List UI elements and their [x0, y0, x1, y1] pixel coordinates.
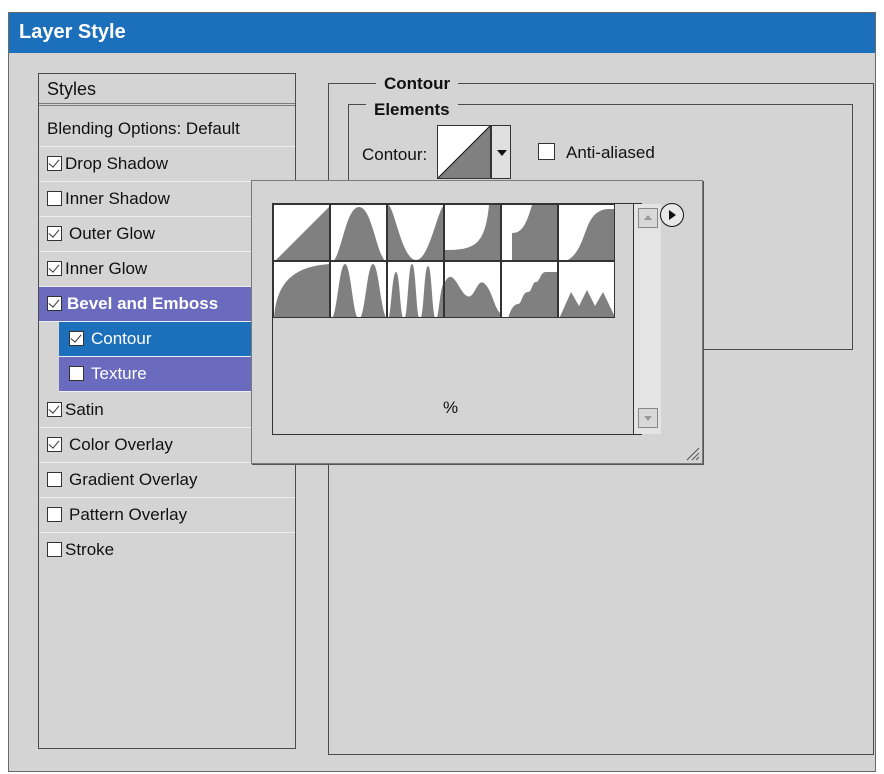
styles-header-label: Styles [47, 79, 97, 99]
style-item-pattern-overlay[interactable]: Pattern Overlay [39, 498, 295, 533]
stroke-checkbox[interactable] [47, 542, 62, 557]
styles-header[interactable]: Styles [39, 74, 295, 106]
style-item-label: Outer Glow [69, 224, 155, 243]
scroll-down-button[interactable] [638, 408, 658, 428]
style-item-label: Blending Options: Default [47, 119, 240, 138]
outer-glow-checkbox[interactable] [47, 226, 62, 241]
inner-shadow-checkbox[interactable] [47, 191, 62, 206]
contour-picker-popup: % [251, 180, 703, 464]
contour-preview-thumbnail[interactable] [437, 125, 491, 179]
style-item-label: Stroke [65, 540, 115, 559]
style-item-stroke[interactable]: Stroke [39, 533, 295, 568]
style-item-drop-shadow[interactable]: Drop Shadow [39, 147, 295, 182]
window-title: Layer Style [19, 21, 126, 43]
play-triangle [669, 210, 676, 220]
color-overlay-checkbox[interactable] [47, 437, 62, 452]
anti-aliased-checkbox[interactable] [538, 143, 555, 160]
contour-preset-cone-inverted[interactable] [387, 204, 444, 261]
style-item-label: Inner Glow [65, 259, 148, 278]
contour-preset-rounded-steps[interactable] [501, 261, 558, 318]
style-item-label: Gradient Overlay [69, 470, 198, 489]
contour-preset-linear[interactable] [273, 204, 330, 261]
texture-checkbox[interactable] [69, 366, 84, 381]
contour-preset-gaussian[interactable] [558, 204, 615, 261]
contour-preset-sawtooth[interactable] [558, 261, 615, 318]
drop-shadow-checkbox[interactable] [47, 156, 62, 171]
style-item-label: Pattern Overlay [69, 505, 188, 524]
presets-scrollbar[interactable] [633, 204, 661, 434]
style-item-gradient-overlay[interactable]: Gradient Overlay [39, 463, 295, 498]
contour-group-label: Contour [376, 74, 459, 94]
style-item-label: Contour [91, 329, 152, 348]
contour-preset-cove-shallow[interactable] [501, 204, 558, 261]
style-item-label: Texture [91, 364, 147, 383]
gradient-overlay-checkbox[interactable] [47, 472, 62, 487]
percent-label: % [443, 398, 459, 417]
style-item-label: Color Overlay [69, 435, 173, 454]
contour-preset-ring-double[interactable] [387, 261, 444, 318]
style-item-blending-options[interactable]: Blending Options: Default [39, 112, 295, 147]
elements-group-label: Elements [366, 100, 458, 120]
chevron-down-icon [497, 150, 507, 156]
anti-aliased-label: Anti-aliased [566, 143, 655, 162]
scroll-up-arrow-icon [644, 215, 652, 220]
contour-preset-rolling-slope[interactable] [444, 261, 501, 318]
style-item-label: Drop Shadow [65, 154, 169, 173]
layer-style-dialog: Layer Style Styles Blending Options: Def… [8, 12, 876, 772]
play-circle-icon[interactable] [660, 203, 684, 227]
contour-checkbox[interactable] [69, 331, 84, 346]
inner-glow-checkbox[interactable] [47, 261, 62, 276]
contour-presets-grid: % [272, 203, 661, 435]
pattern-overlay-checkbox[interactable] [47, 507, 62, 522]
contour-preset-cove-deep[interactable] [444, 204, 501, 261]
style-item-label: Bevel and Emboss [67, 294, 219, 313]
contour-picker-label: Contour: [362, 145, 428, 164]
contour-preset-half-round[interactable] [273, 261, 330, 318]
contour-preset-cone[interactable] [330, 204, 387, 261]
style-item-label: Inner Shadow [65, 189, 170, 208]
bevel-and-emboss-checkbox[interactable] [47, 296, 62, 311]
resize-grip-icon[interactable] [684, 445, 700, 461]
scroll-up-button[interactable] [638, 208, 658, 228]
style-item-label: Satin [65, 400, 104, 419]
satin-checkbox[interactable] [47, 402, 62, 417]
contour-preset-ring[interactable] [330, 261, 387, 318]
title-bar[interactable]: Layer Style [9, 13, 875, 53]
scroll-down-arrow-icon [644, 416, 652, 421]
contour-dropdown-button[interactable] [491, 125, 511, 179]
